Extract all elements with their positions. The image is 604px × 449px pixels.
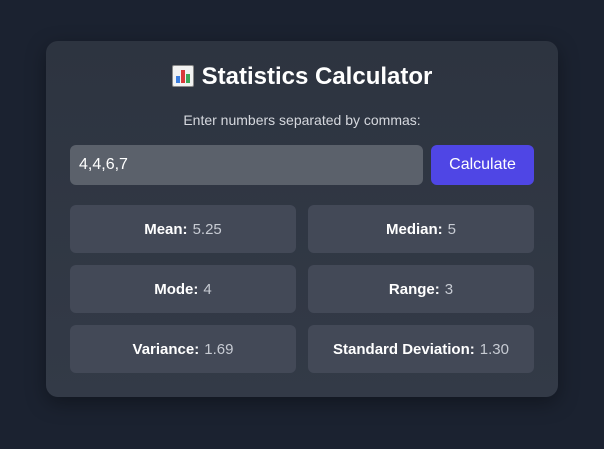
input-instructions: Enter numbers separated by commas: xyxy=(183,112,421,128)
median-value: 5 xyxy=(447,220,456,238)
standard-deviation-result: Standard Deviation: 1.30 xyxy=(308,325,534,373)
results-grid: Mean: 5.25 Median: 5 Mode: 4 Range: 3 Varian… xyxy=(70,205,534,373)
mean-result: Mean: 5.25 xyxy=(70,205,296,253)
range-result: Range: 3 xyxy=(308,265,534,313)
calculate-button[interactable]: Calculate xyxy=(431,145,534,185)
variance-result: Variance: 1.69 xyxy=(70,325,296,373)
variance-label: Variance: xyxy=(132,340,200,358)
mean-value: 5.25 xyxy=(192,220,222,238)
mode-result: Mode: 4 xyxy=(70,265,296,313)
median-label: Median: xyxy=(385,220,443,238)
range-value: 3 xyxy=(444,280,454,298)
variance-value: 1.69 xyxy=(204,340,234,358)
numbers-input[interactable] xyxy=(70,145,423,185)
mode-value: 4 xyxy=(203,280,212,298)
mean-label: Mean: xyxy=(144,220,188,238)
bar-chart-icon xyxy=(171,65,194,87)
mode-label: Mode: xyxy=(154,280,199,298)
page-title: Statistics Calculator xyxy=(46,63,558,91)
standard-deviation-value: 1.30 xyxy=(479,340,509,358)
range-label: Range: xyxy=(388,280,440,298)
calculator-card: Statistics Calculator Enter numbers sepa… xyxy=(46,41,558,397)
title-text: Statistics Calculator xyxy=(201,63,433,90)
median-result: Median: 5 xyxy=(308,205,534,253)
standard-deviation-label: Standard Deviation: xyxy=(333,340,475,358)
